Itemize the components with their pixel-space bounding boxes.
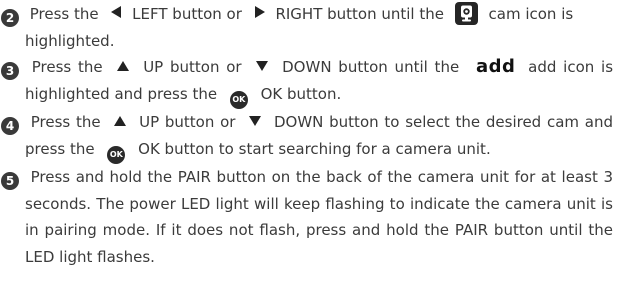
instruction-steps: 2 Press the LEFT button or RIGHT button … — [1, 1, 613, 271]
step-text: OK button to start searching for a camer… — [133, 139, 491, 158]
step-text: UP button or — [133, 113, 242, 132]
step-text: Press the — [25, 5, 104, 23]
up-arrow-icon — [114, 116, 127, 127]
step-text: Press the — [25, 58, 110, 77]
up-arrow-icon — [117, 61, 130, 72]
add-icon: add — [475, 56, 516, 78]
step-2: 2 Press the LEFT button or RIGHT button … — [1, 1, 613, 54]
step-text: OK button. — [255, 85, 342, 104]
step-5: 5 Press and hold the PAIR button on the … — [1, 164, 613, 271]
step-text: Press and hold the PAIR button on the ba… — [25, 167, 613, 266]
step-number-badge: 2 — [1, 9, 19, 27]
step-text: LEFT button or — [127, 5, 247, 23]
step-text: DOWN button until the — [275, 58, 466, 77]
ok-icon: OK — [229, 91, 248, 110]
step-3: 3 Press the UP button or DOWN button unt… — [1, 54, 613, 110]
down-arrow-icon — [256, 61, 269, 72]
ok-icon: OK — [107, 145, 126, 164]
down-arrow-icon — [249, 116, 262, 127]
step-4: 4 Press the UP button or DOWN button to … — [1, 109, 613, 164]
step-text: Press the — [25, 113, 107, 132]
right-arrow-icon — [254, 6, 265, 18]
step-number-badge: 3 — [1, 62, 19, 81]
step-number-badge: 4 — [1, 117, 19, 136]
step-text: RIGHT button until the — [270, 5, 449, 23]
step-number-badge: 5 — [1, 171, 19, 190]
left-arrow-icon — [111, 6, 122, 18]
camera-icon — [454, 2, 478, 25]
step-text: UP button or — [136, 58, 249, 77]
